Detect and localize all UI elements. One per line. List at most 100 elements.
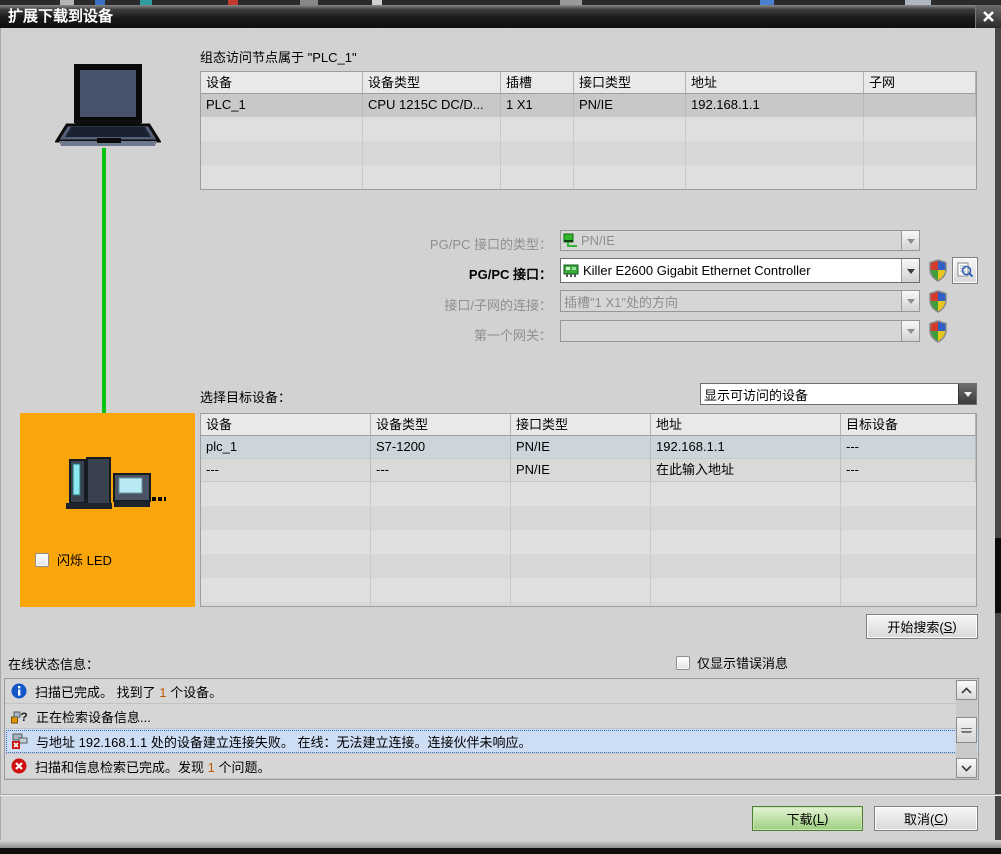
shield-icon bbox=[928, 290, 948, 313]
pgpc-interface-dropdown[interactable]: Killer E2600 Gigabit Ethernet Controller bbox=[560, 258, 920, 283]
connection-cable-line bbox=[102, 148, 106, 445]
dialog-bottom-edge bbox=[0, 840, 1001, 848]
first-gateway-dropdown bbox=[560, 320, 920, 342]
background-app-bottom bbox=[0, 848, 1001, 854]
target-device-panel: 闪烁 LED bbox=[20, 413, 195, 607]
cell-device: PLC_1 bbox=[201, 94, 363, 117]
configured-nodes-table: 设备 设备类型 插槽 接口类型 地址 子网 PLC_1 CPU 1215C DC… bbox=[200, 71, 977, 190]
cancel-button[interactable]: 取消(C) bbox=[874, 806, 978, 831]
column-header[interactable]: 地址 bbox=[686, 72, 864, 94]
table-row[interactable]: PLC_1 CPU 1215C DC/D... 1 X1 PN/IE 192.1… bbox=[201, 94, 976, 117]
column-header[interactable]: 设备 bbox=[201, 414, 371, 436]
search-magnifier-icon bbox=[957, 262, 974, 279]
pgpc-type-label: PG/PC 接口的类型： bbox=[350, 234, 552, 253]
status-message-selected[interactable]: 与地址 192.168.1.1 处的设备建立连接失败。 在线：无法建立连接。连接… bbox=[5, 729, 978, 754]
pgpc-interface-value: Killer E2600 Gigabit Ethernet Controller bbox=[580, 263, 901, 278]
button-label: 取消( bbox=[904, 809, 934, 828]
cell-address: 192.168.1.1 bbox=[686, 94, 864, 117]
column-header[interactable]: 设备类型 bbox=[363, 72, 501, 94]
pgpc-interface-label: PG/PC 接口： bbox=[350, 264, 552, 283]
only-errors-checkbox[interactable] bbox=[676, 656, 690, 670]
table-header-row: 设备 设备类型 接口类型 地址 目标设备 bbox=[201, 414, 976, 436]
cell-target-device: --- bbox=[841, 436, 976, 459]
select-target-label: 选择目标设备： bbox=[200, 387, 291, 406]
footer-divider bbox=[0, 794, 1001, 796]
connection-failed-icon bbox=[11, 733, 28, 749]
pnie-network-icon bbox=[563, 233, 578, 248]
status-message-list: 扫描已完成。 找到了 1 个设备。 ? 正在检索设备信息... 与地址 192.… bbox=[4, 678, 979, 780]
scroll-thumb[interactable] bbox=[956, 717, 977, 743]
pgpc-type-value: PN/IE bbox=[578, 233, 901, 248]
background-app-edge bbox=[995, 28, 1001, 854]
network-adapter-icon bbox=[563, 263, 580, 278]
cell-device-type: --- bbox=[371, 459, 511, 482]
chevron-down-icon bbox=[961, 765, 972, 772]
retrieving-info-icon: ? bbox=[11, 708, 28, 724]
cell-device: --- bbox=[201, 459, 371, 482]
close-button[interactable] bbox=[975, 5, 1001, 28]
only-errors-option[interactable]: 仅显示错误消息 bbox=[676, 653, 788, 672]
column-header[interactable]: 目标设备 bbox=[841, 414, 976, 436]
flash-led-checkbox[interactable] bbox=[35, 553, 49, 567]
cell-target-device: --- bbox=[841, 459, 976, 482]
column-header[interactable]: 子网 bbox=[864, 72, 976, 94]
column-header[interactable]: 地址 bbox=[651, 414, 841, 436]
target-devices-table: 设备 设备类型 接口类型 地址 目标设备 plc_1 S7-1200 PN/IE… bbox=[200, 413, 977, 607]
pgpc-type-dropdown: PN/IE bbox=[560, 230, 920, 251]
close-icon bbox=[982, 10, 995, 23]
status-message[interactable]: 扫描和信息检索已完成。发现 1 个问题。 bbox=[5, 754, 978, 779]
empty-rows bbox=[201, 117, 976, 189]
cell-interface-type: PN/IE bbox=[574, 94, 686, 117]
cell-interface-type: PN/IE bbox=[511, 436, 651, 459]
scroll-up-button[interactable] bbox=[956, 680, 977, 700]
svg-text:?: ? bbox=[20, 710, 27, 724]
dropdown-arrow-button[interactable] bbox=[901, 259, 919, 282]
cell-slot: 1 X1 bbox=[501, 94, 574, 117]
first-gateway-label: 第一个网关： bbox=[350, 325, 552, 344]
scroll-down-button[interactable] bbox=[956, 758, 977, 778]
cell-device-type: S7-1200 bbox=[371, 436, 511, 459]
column-header[interactable]: 设备类型 bbox=[371, 414, 511, 436]
cell-device: plc_1 bbox=[201, 436, 371, 459]
online-status-label: 在线状态信息： bbox=[8, 654, 99, 673]
subnet-connection-label: 接口/子网的连接： bbox=[350, 295, 552, 314]
download-button[interactable]: 下载(L) bbox=[752, 806, 863, 831]
dropdown-arrow-button bbox=[901, 291, 919, 311]
cell-address-input[interactable]: 在此输入地址 bbox=[651, 459, 841, 482]
cell-interface-type: PN/IE bbox=[511, 459, 651, 482]
dialog-title-bar: 扩展下载到设备 bbox=[0, 5, 1001, 28]
chevron-up-icon bbox=[961, 687, 972, 694]
status-message[interactable]: 扫描已完成。 找到了 1 个设备。 bbox=[5, 679, 978, 704]
column-header[interactable]: 接口类型 bbox=[574, 72, 686, 94]
flash-led-option[interactable]: 闪烁 LED bbox=[35, 550, 112, 569]
subnet-connection-value: 插槽"1 X1"处的方向 bbox=[561, 292, 901, 311]
cell-address: 192.168.1.1 bbox=[651, 436, 841, 459]
table-row[interactable]: plc_1 S7-1200 PN/IE 192.168.1.1 --- bbox=[201, 436, 976, 459]
dropdown-arrow-button bbox=[901, 321, 919, 341]
message-scrollbar[interactable] bbox=[956, 680, 977, 778]
cell-subnet bbox=[864, 94, 976, 117]
dialog-title: 扩展下载到设备 bbox=[8, 8, 113, 25]
dropdown-arrow-button[interactable] bbox=[958, 384, 976, 404]
button-label: 开始搜索( bbox=[887, 617, 943, 636]
column-header[interactable]: 插槽 bbox=[501, 72, 574, 94]
cell-device-type: CPU 1215C DC/D... bbox=[363, 94, 501, 117]
browse-interfaces-button[interactable] bbox=[952, 257, 978, 284]
empty-rows bbox=[201, 482, 976, 606]
status-message[interactable]: ? 正在检索设备信息... bbox=[5, 704, 978, 729]
dropdown-arrow-button bbox=[901, 231, 919, 250]
device-filter-value: 显示可访问的设备 bbox=[701, 385, 958, 404]
table-row[interactable]: --- --- PN/IE 在此输入地址 --- bbox=[201, 459, 976, 482]
plc-device-icon bbox=[62, 457, 166, 513]
info-icon bbox=[11, 683, 27, 699]
column-header[interactable]: 接口类型 bbox=[511, 414, 651, 436]
pg-laptop-icon bbox=[55, 64, 161, 150]
configured-nodes-caption: 组态访问节点属于 "PLC_1" bbox=[200, 47, 357, 66]
device-filter-dropdown[interactable]: 显示可访问的设备 bbox=[700, 383, 977, 405]
start-search-button[interactable]: 开始搜索(S) bbox=[866, 614, 978, 639]
flash-led-label: 闪烁 LED bbox=[57, 550, 112, 569]
subnet-connection-dropdown: 插槽"1 X1"处的方向 bbox=[560, 290, 920, 312]
shield-icon bbox=[928, 259, 948, 282]
column-header[interactable]: 设备 bbox=[201, 72, 363, 94]
error-icon bbox=[11, 758, 27, 774]
